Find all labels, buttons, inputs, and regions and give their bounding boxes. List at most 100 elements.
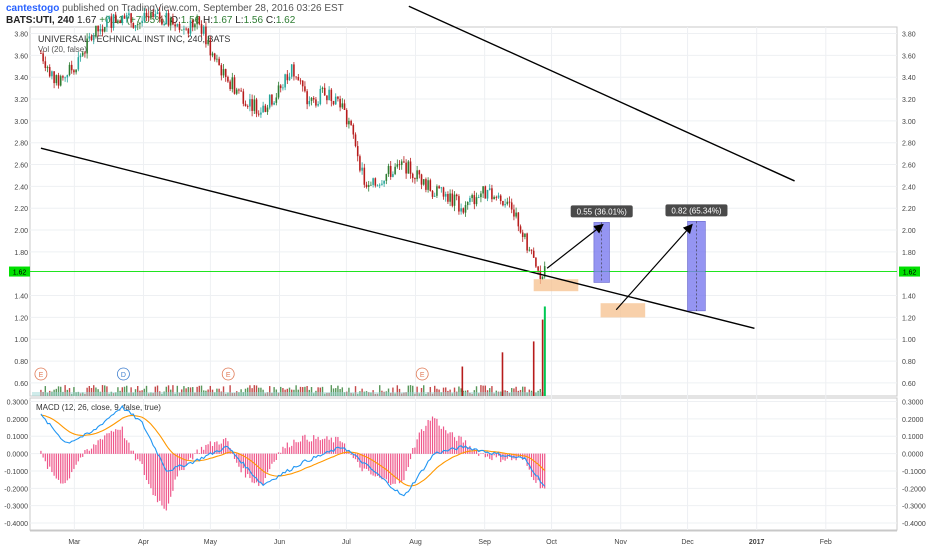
- candle-body: [84, 52, 86, 54]
- candle-body: [165, 13, 168, 25]
- current-price-label-right: 1.62: [903, 270, 917, 277]
- macd-histogram-bar: [458, 435, 460, 454]
- candle-body: [535, 257, 537, 267]
- candle-body: [92, 36, 95, 41]
- volume-spike-last: [543, 306, 546, 396]
- candle-body: [114, 14, 117, 23]
- macd-histogram-bar: [335, 436, 337, 454]
- time-tick-label: Jun: [274, 539, 285, 546]
- macd-histogram-bar: [211, 445, 214, 454]
- macd-histogram-bar: [101, 439, 104, 454]
- candle-body: [257, 113, 260, 115]
- candle-body: [383, 180, 385, 184]
- macd-histogram-bar: [299, 441, 302, 454]
- candle-body: [271, 94, 273, 105]
- price-tick-label-left: 1.40: [14, 294, 28, 301]
- macd-histogram-bar: [119, 429, 121, 454]
- candle-body: [376, 185, 379, 187]
- candle-body: [48, 67, 51, 77]
- candle-body: [394, 166, 396, 175]
- candle-body: [447, 194, 449, 202]
- candle-body: [110, 16, 113, 28]
- macd-histogram-bar: [438, 425, 440, 454]
- price-tick-label-right: 3.80: [902, 32, 916, 39]
- macd-histogram-bar: [429, 420, 431, 454]
- candle-body: [403, 161, 405, 163]
- candle-body: [51, 71, 53, 77]
- macd-histogram-bar: [330, 437, 332, 454]
- candle-body: [374, 178, 377, 186]
- candle-body: [246, 106, 249, 107]
- candle-body: [218, 58, 220, 66]
- price-chart[interactable]: 3.80 3.80 3.60 3.60 3.40 3.40 3.20 3.20 3.00 3.00…: [0, 0, 932, 550]
- price-tick-label-right: 1.80: [902, 250, 916, 257]
- macd-histogram-bar: [544, 453, 546, 489]
- candle-body: [337, 96, 339, 99]
- candle-body: [139, 22, 141, 25]
- candle-body: [106, 19, 108, 28]
- candle-body: [339, 98, 341, 108]
- macd-histogram-bar: [306, 439, 308, 454]
- price-tick-label-left: 2.20: [14, 206, 28, 213]
- time-tick-label: Mar: [68, 539, 81, 546]
- macd-histogram-bar: [337, 436, 339, 454]
- macd-histogram-bar: [62, 453, 64, 484]
- macd-histogram-bar: [132, 450, 134, 454]
- macd-histogram-bar: [291, 445, 293, 454]
- candle-body: [227, 76, 229, 82]
- price-tick-label-right: 1.20: [902, 315, 916, 322]
- candle-body: [81, 52, 84, 56]
- macd-histogram-bar: [425, 425, 427, 454]
- macd-histogram-bar: [189, 453, 192, 458]
- macd-tick-label-left: -0.1000: [4, 469, 28, 476]
- macd-histogram-bar: [203, 449, 205, 454]
- macd-histogram-bar: [205, 444, 207, 454]
- candle-body: [150, 12, 152, 18]
- candle-body: [312, 97, 315, 100]
- candle-body: [235, 89, 238, 94]
- macd-histogram-bar: [141, 453, 143, 464]
- macd-histogram-bar: [68, 453, 71, 479]
- candle-body: [504, 204, 506, 206]
- candle-body: [46, 67, 49, 68]
- volume-spike: [541, 319, 544, 396]
- macd-histogram-bar: [442, 426, 445, 454]
- candle-body: [453, 194, 456, 206]
- price-tick-label-left: 1.20: [14, 315, 28, 322]
- candle-body: [55, 75, 58, 84]
- candle-body: [341, 103, 344, 108]
- candle-body: [207, 39, 209, 45]
- candle-body: [473, 195, 476, 205]
- candle-body: [198, 16, 201, 25]
- candle-body: [88, 36, 91, 39]
- candle-body: [79, 55, 82, 58]
- price-tick-label-left: 3.20: [14, 97, 28, 104]
- macd-histogram-bar: [60, 453, 62, 484]
- macd-histogram-bar: [194, 453, 196, 454]
- candle-body: [306, 91, 308, 105]
- candle-body: [167, 13, 170, 26]
- candle-body: [502, 200, 504, 206]
- event-marker-label: E: [226, 372, 231, 379]
- candle-body: [121, 15, 124, 24]
- macd-histogram-bar: [493, 453, 495, 456]
- candle-body: [455, 194, 458, 197]
- candle-body: [493, 196, 495, 200]
- price-tick-label-right: 3.40: [902, 75, 916, 82]
- candle-body: [200, 24, 203, 34]
- candle-body: [319, 88, 322, 105]
- candle-body: [317, 104, 319, 106]
- candle-body: [422, 179, 425, 185]
- macd-histogram-bar: [207, 444, 209, 454]
- price-tick-label-left: 0.60: [14, 381, 28, 388]
- candle-body: [108, 16, 110, 20]
- candle-body: [231, 77, 234, 90]
- macd-histogram-bar: [148, 453, 150, 485]
- candle-body: [488, 188, 491, 190]
- price-tick-label-left: 1.80: [14, 250, 28, 257]
- candle-body: [288, 76, 291, 81]
- macd-histogram-bar: [222, 439, 225, 454]
- macd-tick-label-left: -0.4000: [4, 521, 28, 528]
- candle-body: [152, 12, 154, 17]
- candle-body: [251, 99, 253, 111]
